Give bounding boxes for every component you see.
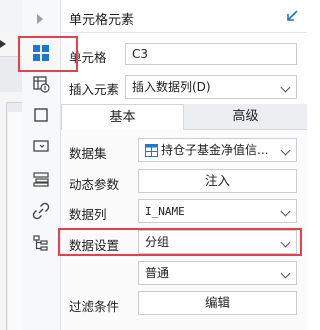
minimize-arrow-icon[interactable] (285, 9, 299, 23)
chevron-down-icon (280, 206, 291, 217)
data-column-label: 数据列 (69, 207, 107, 222)
panel-title: 单元格元素 (69, 13, 135, 28)
cell-row: 单元格 C3 (61, 42, 307, 68)
group-mode-select[interactable]: 普通 (138, 261, 297, 285)
dataset-label: 数据集 (69, 146, 107, 161)
chevron-down-icon (280, 237, 291, 248)
dataset-value: 持仓子基金净值信... (161, 143, 269, 157)
report-canvas-edge (0, 0, 23, 330)
group-mode-row: 普通 (61, 261, 307, 287)
data-column-row: 数据列 I_NAME (61, 199, 307, 225)
tab-advanced[interactable]: 高级 (184, 104, 307, 130)
dynamic-params-label: 动态参数 (69, 177, 120, 192)
tab-basic[interactable]: 基本 (61, 104, 184, 130)
property-panel: 单元格元素 单元格 C3 插入元素 插入数据列(D) 基本 高级 数据集 持仓子… (61, 0, 307, 330)
data-column-select[interactable]: I_NAME (138, 199, 297, 223)
tree-icon[interactable] (27, 229, 55, 257)
condition-icon[interactable] (27, 165, 55, 193)
edit-filter-button[interactable]: 编辑 (138, 291, 297, 315)
dataset-select[interactable]: 持仓子基金净值信... (138, 138, 297, 162)
filter-label: 过滤条件 (69, 299, 120, 314)
insert-element-select[interactable]: 插入数据列(D) (125, 75, 297, 99)
toolbar-strip (0, 0, 22, 33)
insert-element-row: 插入元素 插入数据列(D) (61, 74, 307, 100)
group-mode-value: 普通 (145, 266, 170, 280)
designer-window: 单元格元素 单元格 C3 插入元素 插入数据列(D) 基本 高级 数据集 持仓子… (0, 0, 307, 330)
inject-button[interactable]: 注入 (138, 169, 297, 193)
widget-icon[interactable] (27, 132, 55, 160)
data-setting-row: 数据设置 分组 (61, 230, 307, 256)
tabs: 基本 高级 (61, 104, 307, 130)
caret-right-icon[interactable] (0, 40, 6, 48)
panel-header: 单元格元素 (61, 0, 307, 33)
data-setting-value: 分组 (145, 235, 170, 249)
hyperlink-icon[interactable] (27, 197, 55, 225)
cell-attribute-icon[interactable] (27, 70, 55, 98)
data-setting-label: 数据设置 (69, 238, 120, 253)
chevron-down-icon (280, 82, 291, 93)
dataset-table-icon (145, 144, 158, 157)
cell-element-icon[interactable] (27, 39, 55, 67)
cell-label: 单元格 (69, 50, 107, 65)
collapse-arrow-icon[interactable] (37, 14, 43, 24)
data-column-value: I_NAME (145, 205, 185, 218)
data-setting-select[interactable]: 分组 (138, 230, 297, 254)
filter-row: 过滤条件 编辑 (61, 291, 307, 317)
property-icon-bar (22, 0, 61, 330)
dataset-row: 数据集 持仓子基金净值信... (61, 138, 307, 164)
chevron-down-icon (280, 268, 291, 279)
vertical-ruler (0, 102, 7, 330)
insert-element-value: 插入数据列(D) (132, 80, 211, 94)
chevron-down-icon (280, 145, 291, 156)
insert-element-label: 插入元素 (69, 82, 120, 97)
border-icon[interactable] (27, 101, 55, 129)
report-page (8, 112, 22, 330)
dynamic-params-row: 动态参数 注入 (61, 169, 307, 195)
cell-input[interactable]: C3 (125, 43, 297, 65)
